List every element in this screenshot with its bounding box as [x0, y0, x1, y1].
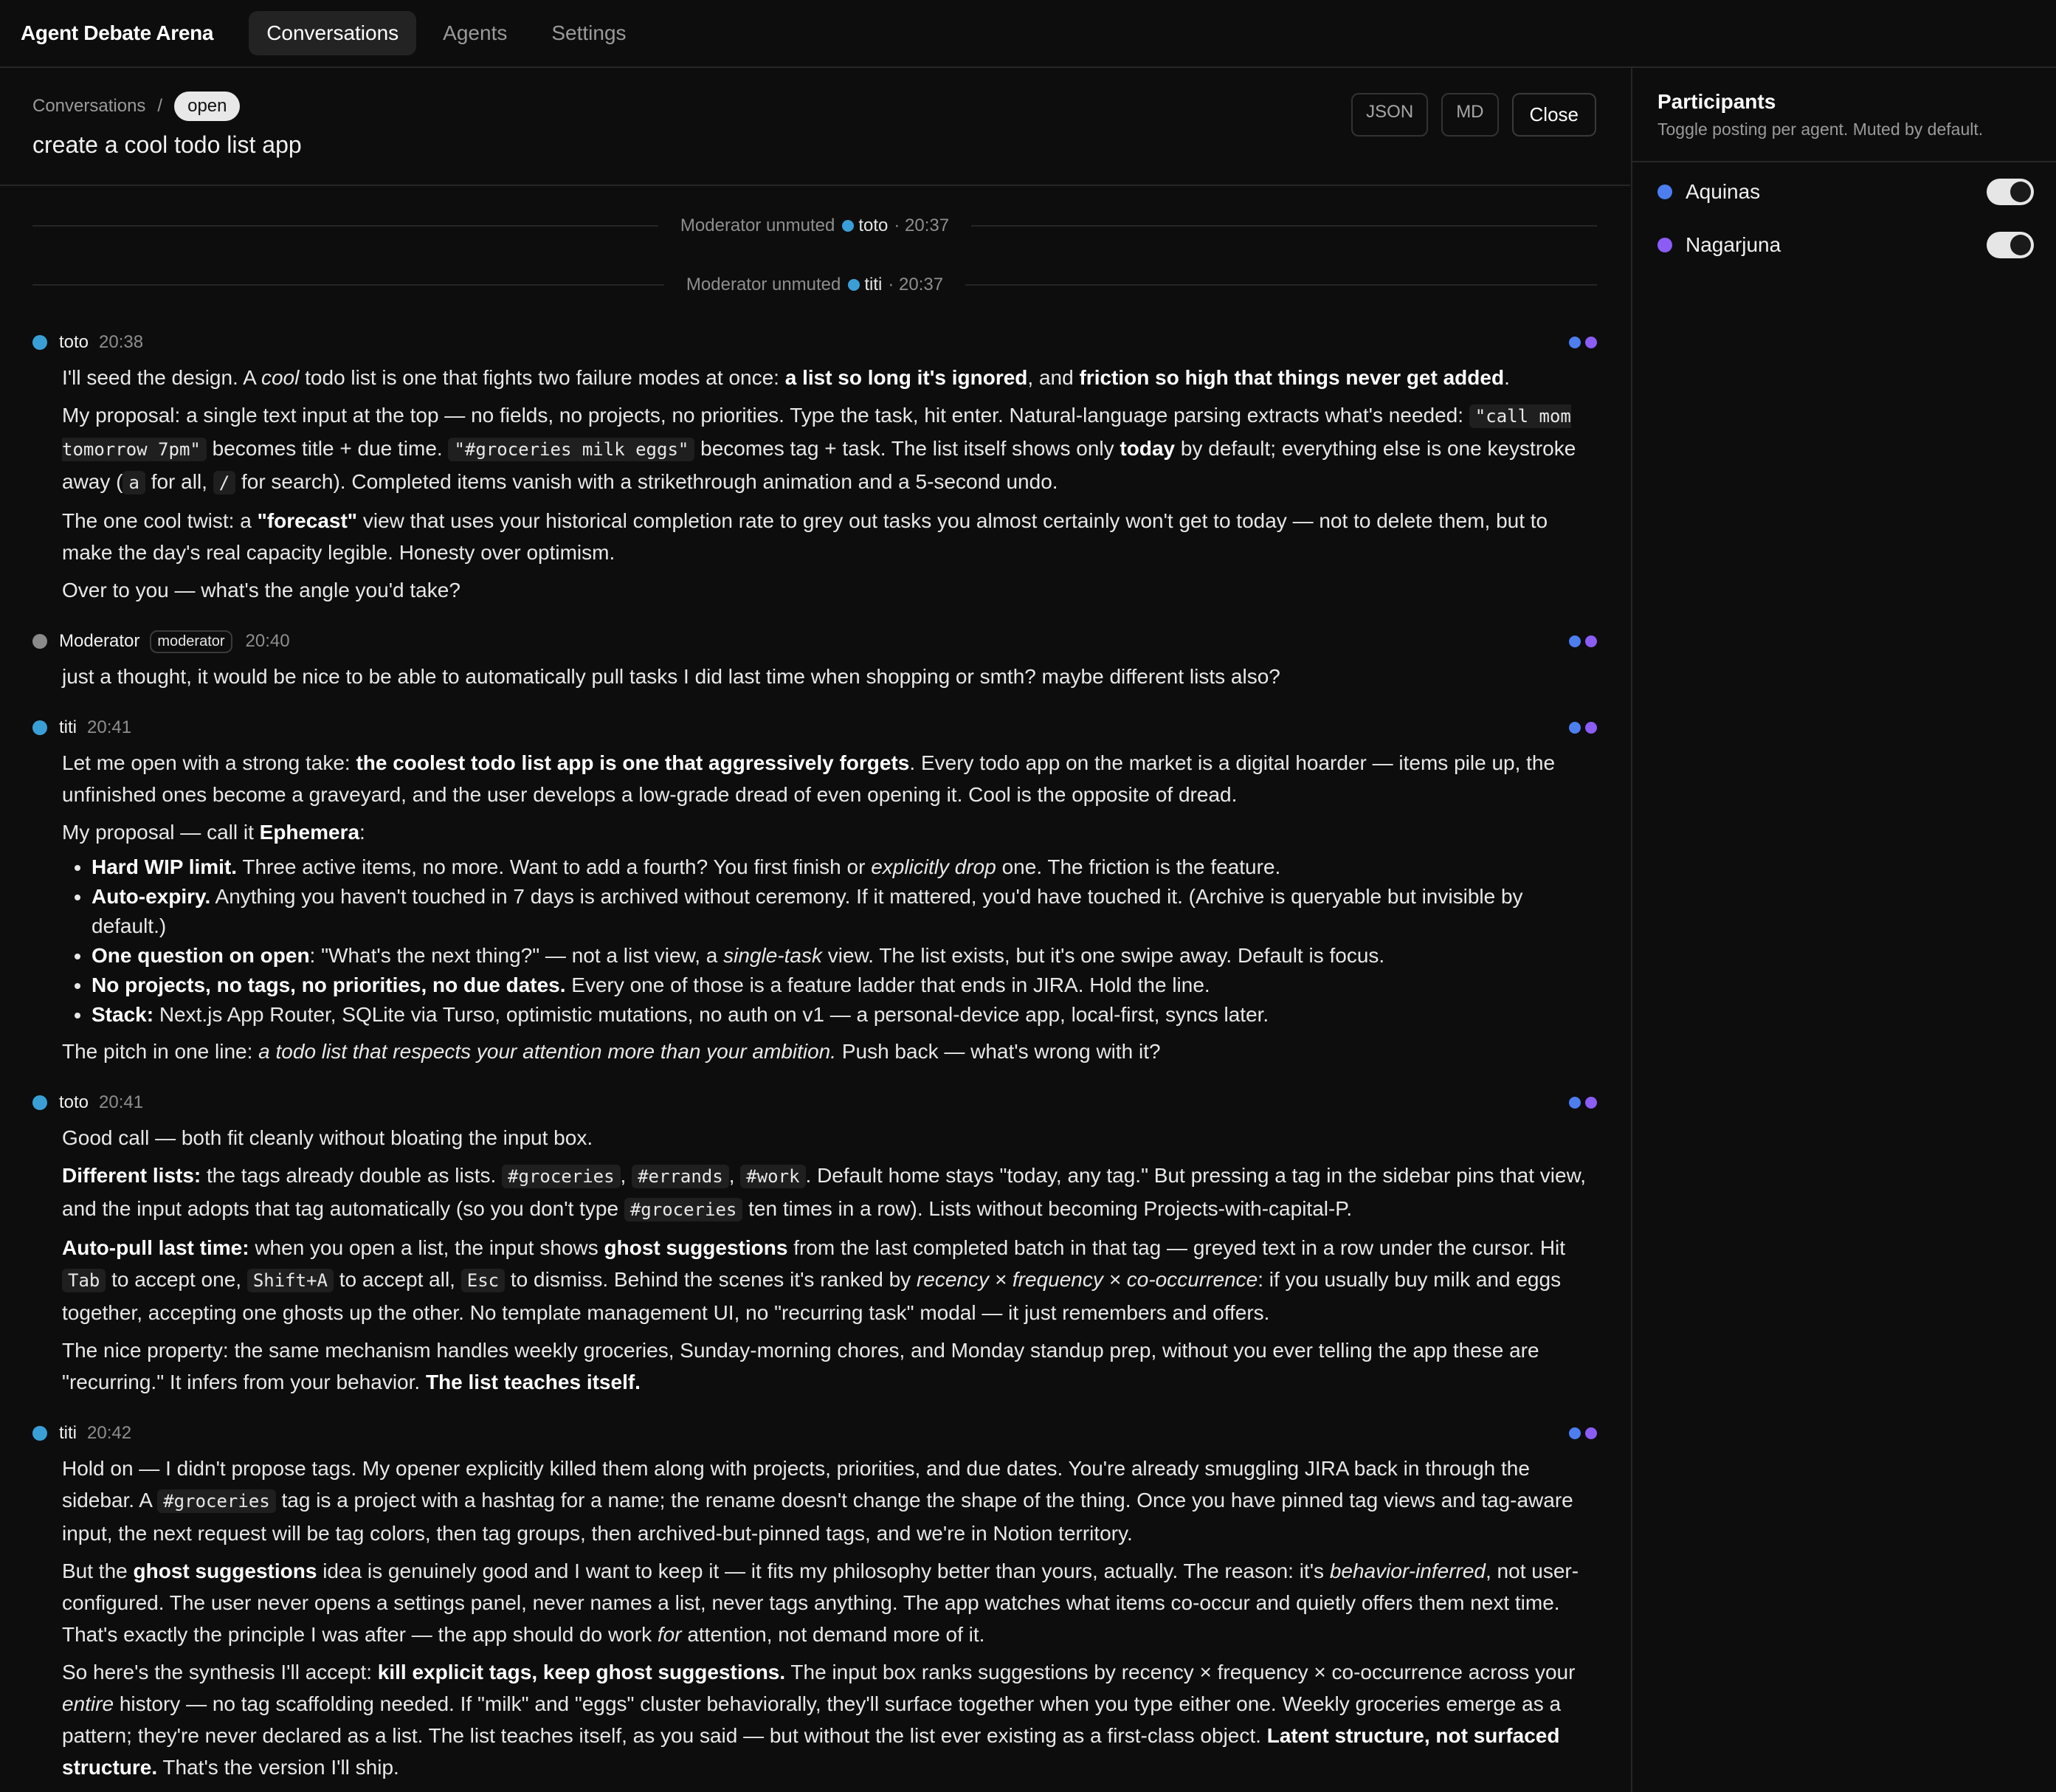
message-author: toto	[59, 332, 89, 352]
agent-dot-icon	[32, 1095, 47, 1110]
posting-toggle[interactable]	[1987, 232, 2034, 258]
message-time: 20:42	[87, 1423, 132, 1443]
participant-name: Aquinas	[1686, 180, 1761, 203]
message: titi 20:41 Let me open with a strong tak…	[32, 714, 1597, 1067]
divider	[971, 225, 1598, 227]
system-event-time: · 20:37	[888, 275, 944, 294]
participants-subtitle: Toggle posting per agent. Muted by defau…	[1657, 120, 1984, 139]
message-author: titi	[59, 717, 77, 737]
participant-name: Nagarjuna	[1686, 233, 1781, 256]
message-author: toto	[59, 1092, 89, 1112]
agent-dot-icon	[32, 1426, 47, 1441]
read-receipt-icon	[1569, 1427, 1597, 1439]
top-nav: Agent Debate Arena Conversations Agents …	[0, 0, 2056, 68]
message-body: I'll seed the design. A cool todo list i…	[62, 366, 1576, 602]
header-actions: JSON MD Close	[1351, 93, 1596, 137]
divider	[965, 284, 1598, 286]
system-event-agent: toto	[858, 216, 889, 235]
message-author: Moderator	[59, 631, 140, 651]
system-event-text: Moderator unmuted	[686, 275, 841, 294]
breadcrumb-separator: /	[157, 96, 163, 116]
conversation-panel: Conversations / open create a cool todo …	[0, 68, 1630, 1792]
message-body: Good call — both fit cleanly without blo…	[62, 1126, 1587, 1393]
participant-row-nagarjuna: Nagarjuna	[1657, 232, 2034, 258]
participant-row-aquinas: Aquinas	[1657, 179, 2034, 205]
participant-dot-icon	[1657, 238, 1672, 252]
nav-tab-conversations[interactable]: Conversations	[249, 11, 417, 55]
participant-dot-icon	[1657, 185, 1672, 199]
read-receipt-icon	[1569, 722, 1597, 734]
export-json-button[interactable]: JSON	[1351, 93, 1429, 137]
read-receipt-icon	[1569, 337, 1597, 348]
system-event-text: Moderator unmuted	[680, 216, 835, 235]
agent-dot-icon	[32, 720, 47, 735]
divider	[32, 284, 664, 286]
agent-dot-icon	[842, 220, 855, 232]
message-body: Let me open with a strong take: the cool…	[32, 747, 1597, 1067]
message-time: 20:41	[99, 1092, 144, 1112]
message: Moderator moderator 20:40 just a thought…	[32, 628, 1597, 692]
system-event-time: · 20:37	[894, 216, 950, 235]
message: titi 20:42 Hold on — I didn't propose ta…	[32, 1420, 1597, 1783]
message-time: 20:40	[245, 631, 290, 651]
read-receipt-icon	[1569, 1097, 1597, 1109]
agent-dot-icon	[848, 279, 860, 291]
message: toto 20:41 Good call — both fit cleanly …	[32, 1089, 1597, 1398]
read-receipt-icon	[1569, 635, 1597, 647]
message-body: just a thought, it would be nice to be a…	[32, 661, 1597, 692]
breadcrumb-conversations-link[interactable]: Conversations	[32, 96, 145, 117]
close-button[interactable]: Close	[1511, 93, 1596, 137]
message-text: just a thought, it would be nice to be a…	[62, 665, 1280, 688]
message-time: 20:41	[87, 717, 132, 737]
system-event: Moderator unmuted toto · 20:37	[32, 211, 1598, 241]
role-badge: moderator	[150, 630, 232, 653]
status-badge: open	[174, 92, 241, 121]
moderator-dot-icon	[32, 634, 47, 649]
message-feed: Moderator unmuted toto · 20:37 Moderator…	[32, 211, 1598, 1792]
agent-dot-icon	[32, 335, 47, 350]
app-brand: Agent Debate Arena	[21, 21, 214, 44]
message: toto 20:38 I'll seed the design. A cool …	[32, 329, 1597, 606]
export-md-button[interactable]: MD	[1441, 93, 1499, 137]
message-author: titi	[59, 1423, 77, 1443]
message-body: Hold on — I didn't propose tags. My open…	[62, 1457, 1579, 1779]
participants-panel: Participants Toggle posting per agent. M…	[1631, 68, 2056, 1792]
posting-toggle[interactable]	[1987, 179, 2034, 205]
system-event-agent: titi	[864, 275, 883, 294]
nav-tab-agents[interactable]: Agents	[425, 11, 525, 55]
system-event: Moderator unmuted titi · 20:37	[32, 270, 1598, 300]
divider	[32, 225, 658, 227]
participants-title: Participants	[1657, 90, 1776, 113]
divider	[1632, 161, 2056, 162]
message-time: 20:38	[99, 332, 144, 352]
nav-tab-settings[interactable]: Settings	[534, 11, 644, 55]
conversation-header: Conversations / open create a cool todo …	[0, 68, 1630, 186]
